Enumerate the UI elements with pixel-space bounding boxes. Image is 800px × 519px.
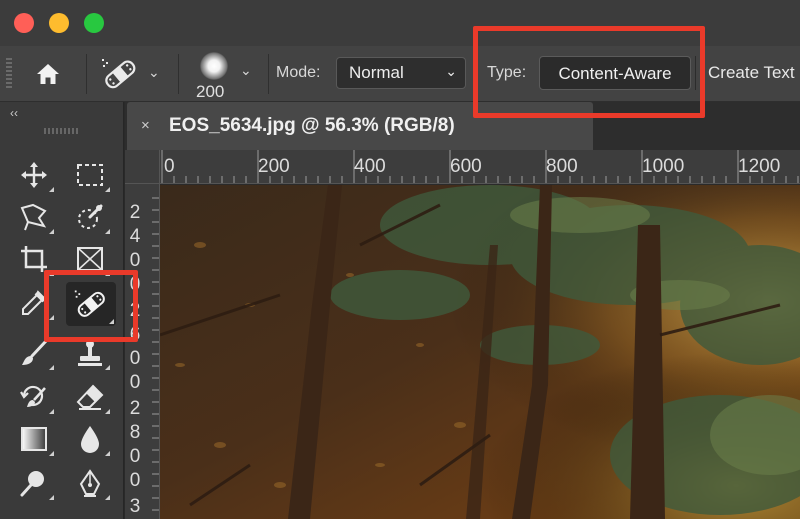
dodge-icon — [20, 471, 44, 497]
eyedropper-tool[interactable] — [12, 284, 56, 322]
vertical-ruler[interactable]: 2 4 0 0 2 6 0 0 2 8 0 0 3 — [125, 184, 160, 519]
ruler-label: 0 — [129, 250, 141, 271]
ruler-label: 1000 — [642, 156, 685, 177]
ruler-label: 1200 — [738, 156, 781, 177]
mode-label: Mode: — [276, 64, 321, 81]
home-button[interactable] — [24, 56, 72, 92]
lasso-tool[interactable] — [12, 198, 56, 236]
forest-photo — [160, 185, 800, 519]
brush-preset-picker[interactable]: 200 ⌄ — [192, 50, 262, 101]
collapse-toolbox-button[interactable]: ‹‹ — [10, 106, 18, 120]
ruler-label: 400 — [354, 156, 386, 177]
ruler-label: 0 — [164, 156, 175, 177]
ruler-label: 800 — [546, 156, 578, 177]
type-label: Type: — [487, 64, 527, 81]
chevron-down-icon[interactable]: ⌄ — [240, 62, 252, 79]
chevron-down-icon: ⌄ — [445, 63, 457, 79]
toolbox-grip[interactable] — [44, 128, 78, 134]
ruler-label: 200 — [258, 156, 290, 177]
spot-healing-brush-icon — [102, 59, 136, 89]
options-bar: ⌄ 200 ⌄ Mode: Normal ⌄ Type: Content-Awa… — [0, 46, 800, 102]
horizontal-ruler[interactable]: 0 200 400 600 800 1000 1200 — [160, 150, 800, 184]
brush-tool[interactable] — [12, 334, 56, 372]
separator — [476, 54, 477, 94]
dodge-tool[interactable] — [12, 464, 56, 502]
ruler-label: 6 — [129, 324, 141, 345]
pen-icon — [79, 469, 101, 497]
quick-selection-icon — [78, 204, 103, 229]
crop-icon — [21, 246, 47, 272]
image-canvas[interactable] — [160, 185, 800, 519]
ruler-label: 0 — [129, 470, 141, 491]
ruler-label: 4 — [129, 226, 141, 247]
home-icon — [37, 64, 59, 84]
ruler-label: 0 — [129, 372, 141, 393]
close-window-button[interactable] — [14, 13, 34, 33]
ruler-label: 2 — [129, 202, 141, 223]
pen-tool[interactable] — [68, 464, 112, 502]
eyedropper-icon — [22, 290, 47, 315]
ruler-label: 0 — [129, 446, 141, 467]
spot-healing-brush-tool[interactable] — [66, 282, 116, 326]
clone-stamp-tool[interactable] — [68, 334, 112, 372]
gradient-tool[interactable] — [12, 420, 56, 458]
brush-size-value: 200 — [196, 82, 225, 101]
type-create-texture-button[interactable]: Create Text — [695, 56, 800, 90]
separator — [178, 54, 179, 94]
stamp-icon — [78, 340, 102, 366]
blur-tool[interactable] — [68, 420, 112, 458]
document-tab-title: EOS_5634.jpg @ 56.3% (RGB/8) — [169, 115, 455, 136]
mode-select[interactable]: Normal ⌄ — [336, 57, 466, 89]
document-tab-bar: × EOS_5634.jpg @ 56.3% (RGB/8) — [125, 102, 800, 150]
history-brush-tool[interactable] — [12, 378, 56, 416]
blur-drop-icon — [81, 426, 99, 453]
minimize-window-button[interactable] — [49, 13, 69, 33]
tool-preset-picker[interactable]: ⌄ — [100, 56, 164, 92]
toolbox: ‹‹ — [0, 102, 124, 519]
ruler-label: 3 — [129, 496, 141, 517]
move-icon — [21, 162, 47, 188]
document-tab[interactable]: × EOS_5634.jpg @ 56.3% (RGB/8) — [127, 102, 593, 150]
zoom-window-button[interactable] — [84, 13, 104, 33]
spot-healing-brush-icon — [74, 290, 105, 317]
brush-icon — [22, 339, 48, 365]
separator — [86, 54, 87, 94]
options-bar-grip[interactable] — [6, 58, 12, 90]
ruler-label: 0 — [129, 348, 141, 369]
marquee-icon — [77, 164, 103, 186]
chevron-down-icon[interactable]: ⌄ — [148, 64, 160, 81]
ruler-label: 8 — [129, 422, 141, 443]
ruler-label: 2 — [129, 300, 141, 321]
mode-value: Normal — [349, 63, 404, 82]
history-brush-icon — [20, 385, 46, 407]
polygonal-lasso-icon — [20, 203, 47, 231]
eraser-icon — [76, 384, 104, 410]
eraser-tool[interactable] — [68, 378, 112, 416]
brush-tip-preview — [200, 52, 228, 80]
ruler-label: 0 — [129, 274, 141, 295]
quick-selection-tool[interactable] — [68, 198, 112, 236]
crop-tool[interactable] — [12, 240, 56, 278]
ruler-label: 600 — [450, 156, 482, 177]
rectangular-marquee-tool[interactable] — [68, 156, 112, 194]
close-tab-icon[interactable]: × — [141, 117, 150, 134]
type-content-aware-button[interactable]: Content-Aware — [539, 56, 691, 90]
frame-tool[interactable] — [68, 240, 112, 278]
gradient-icon — [21, 427, 47, 451]
ruler-label: 2 — [129, 398, 141, 419]
separator — [268, 54, 269, 94]
title-bar — [0, 0, 800, 46]
move-tool[interactable] — [12, 156, 56, 194]
ruler-origin[interactable] — [125, 150, 160, 184]
frame-icon — [77, 247, 103, 271]
